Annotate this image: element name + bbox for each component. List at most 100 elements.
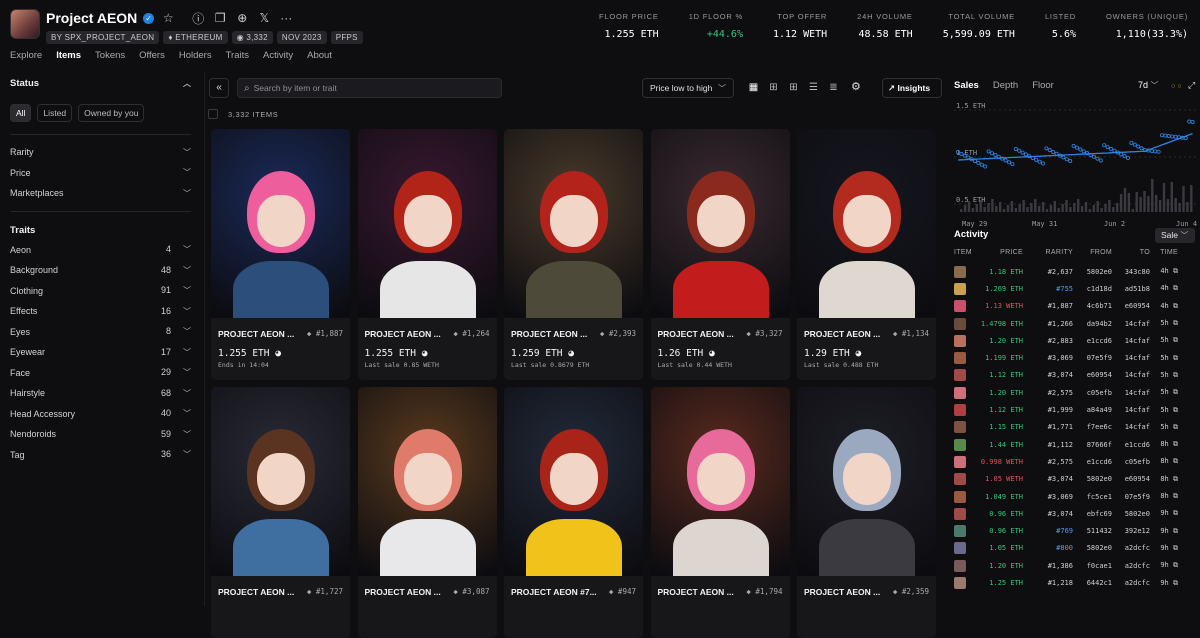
expand-icon[interactable]: ⤢ — [1188, 80, 1195, 90]
insights-button[interactable]: ↗ Insights — [882, 78, 942, 98]
trait-eyes[interactable]: Eyes8﹀ — [10, 322, 191, 343]
activity-to[interactable]: c05efb — [1112, 458, 1150, 466]
activity-row[interactable]: 1.269 ETH#755c1d18dad51b84h ⧉ — [954, 280, 1198, 297]
grid-large-icon[interactable]: ▦ — [747, 81, 760, 94]
activity-row[interactable]: 1.13 WETH#1,8874c6b71e609544h ⧉ — [954, 298, 1198, 315]
trait-eyewear[interactable]: Eyewear17﹀ — [10, 342, 191, 363]
category-chip[interactable]: PFPS — [331, 31, 363, 44]
activity-from[interactable]: f0cae1 — [1073, 562, 1112, 570]
activity-to[interactable]: ad51b8 — [1112, 285, 1150, 293]
activity-row[interactable]: 1.05 WETH#3,0745802e0e609548h ⧉ — [954, 471, 1198, 488]
activity-item-thumb[interactable] — [954, 439, 966, 451]
tab-offers[interactable]: Offers — [139, 50, 165, 61]
activity-from[interactable]: 5802e0 — [1073, 475, 1112, 483]
activity-item-thumb[interactable] — [954, 387, 966, 399]
activity-filter-dropdown[interactable]: Sale ﹀ — [1155, 228, 1195, 243]
activity-to[interactable]: 5802e0 — [1112, 510, 1150, 518]
activity-from[interactable]: 07e5f9 — [1073, 354, 1112, 362]
activity-to[interactable]: 14cfaf — [1112, 320, 1150, 328]
activity-from[interactable]: c05efb — [1073, 389, 1112, 397]
info-icon[interactable]: ⓘ — [190, 10, 206, 27]
filter-rarity[interactable]: Rarity﹀ — [10, 142, 191, 163]
activity-item-thumb[interactable] — [954, 335, 966, 347]
item-image[interactable] — [797, 129, 936, 318]
activity-item-thumb[interactable] — [954, 283, 966, 295]
tab-explore[interactable]: Explore — [10, 50, 42, 61]
legend-dots-icon[interactable]: ○ ○ — [1171, 83, 1181, 90]
star-icon[interactable]: ☆ — [160, 11, 176, 25]
activity-from[interactable]: 511432 — [1073, 527, 1112, 535]
tab-about[interactable]: About — [307, 50, 332, 61]
more-icon[interactable]: ··· — [278, 11, 294, 25]
item-card[interactable]: PROJECT AEON ...◆ #2,359 — [797, 387, 936, 638]
table-view-icon[interactable]: ≣ — [827, 81, 840, 94]
activity-item-thumb[interactable] — [954, 266, 966, 278]
activity-row[interactable]: 1.20 ETH#2,575c05efb14cfaf5h ⧉ — [954, 384, 1198, 401]
item-card[interactable]: PROJECT AEON ...◆ #1,727 — [211, 387, 350, 638]
activity-item-thumb[interactable] — [954, 508, 966, 520]
activity-item-thumb[interactable] — [954, 491, 966, 503]
item-card[interactable]: PROJECT AEON ...◆ #1,794 — [651, 387, 790, 638]
activity-time[interactable]: 9h ⧉ — [1150, 579, 1178, 588]
activity-row[interactable]: 1.4798 ETH#1,266da94b214cfaf5h ⧉ — [954, 315, 1198, 332]
activity-from[interactable]: e1ccd6 — [1073, 337, 1112, 345]
activity-time[interactable]: 5h ⧉ — [1150, 423, 1178, 432]
activity-row[interactable]: 0.998 WETH#2,575e1ccd6c05efb8h ⧉ — [954, 453, 1198, 470]
tab-holders[interactable]: Holders — [179, 50, 212, 61]
activity-time[interactable]: 5h ⧉ — [1150, 406, 1178, 415]
item-card[interactable]: PROJECT AEON ...◆ #1,2641.255 ETH ◕Last … — [358, 129, 497, 380]
trait-effects[interactable]: Effects16﹀ — [10, 301, 191, 322]
chart-tab-floor[interactable]: Floor — [1032, 80, 1054, 91]
grid-medium-icon[interactable]: ⊞ — [767, 81, 780, 94]
activity-row[interactable]: 1.44 ETH#1,11287666fe1ccd68h ⧉ — [954, 436, 1198, 453]
activity-to[interactable]: e60954 — [1112, 475, 1150, 483]
tab-tokens[interactable]: Tokens — [95, 50, 125, 61]
status-listed-button[interactable]: Listed — [37, 104, 72, 122]
item-card[interactable]: PROJECT AEON ...◆ #1,8871.255 ETH ◕Ends … — [211, 129, 350, 380]
activity-time[interactable]: 4h ⧉ — [1150, 302, 1178, 311]
filter-marketplaces[interactable]: Marketplaces﹀ — [10, 183, 191, 204]
trait-face[interactable]: Face29﹀ — [10, 363, 191, 384]
activity-from[interactable]: e1ccd6 — [1073, 458, 1112, 466]
activity-item-thumb[interactable] — [954, 560, 966, 572]
activity-item-thumb[interactable] — [954, 421, 966, 433]
activity-row[interactable]: 1.12 ETH#1,999a84a4914cfaf5h ⧉ — [954, 401, 1198, 418]
activity-item-thumb[interactable] — [954, 352, 966, 364]
search-box[interactable]: ⌕ — [237, 78, 502, 98]
activity-time[interactable]: 9h ⧉ — [1150, 509, 1178, 518]
activity-time[interactable]: 4h ⧉ — [1150, 284, 1178, 293]
activity-row[interactable]: 1.20 ETH#1,386f0cae1a2dcfc9h ⧉ — [954, 557, 1198, 574]
trait-nendoroids[interactable]: Nendoroids59﹀ — [10, 424, 191, 445]
globe-icon[interactable]: ⊕ — [234, 11, 250, 25]
activity-from[interactable]: 4c6b71 — [1073, 302, 1112, 310]
item-image[interactable] — [504, 129, 643, 318]
activity-time[interactable]: 9h ⧉ — [1150, 527, 1178, 536]
activity-time[interactable]: 9h ⧉ — [1150, 544, 1178, 553]
activity-to[interactable]: e60954 — [1112, 302, 1150, 310]
activity-row[interactable]: 1.12 ETH#3,074e6095414cfaf5h ⧉ — [954, 367, 1198, 384]
list-view-icon[interactable]: ☰ — [807, 81, 820, 94]
trait-clothing[interactable]: Clothing91﹀ — [10, 281, 191, 302]
activity-from[interactable]: c1d18d — [1073, 285, 1112, 293]
activity-from[interactable]: 6442c1 — [1073, 579, 1112, 587]
activity-to[interactable]: a2dcfc — [1112, 562, 1150, 570]
activity-row[interactable]: 1.049 ETH#3,069fc5ce107e5f98h ⧉ — [954, 488, 1198, 505]
activity-time[interactable]: 8h ⧉ — [1150, 440, 1178, 449]
tab-activity[interactable]: Activity — [263, 50, 293, 61]
creator-chip[interactable]: BY SPX_PROJECT_AEON — [46, 31, 159, 44]
item-image[interactable] — [358, 387, 497, 576]
activity-item-thumb[interactable] — [954, 542, 966, 554]
item-card[interactable]: PROJECT AEON ...◆ #1,1341.29 ETH ◕Last s… — [797, 129, 936, 380]
activity-to[interactable]: 343c80 — [1112, 268, 1150, 276]
settings-gear-icon[interactable]: ⚙ — [851, 80, 861, 93]
item-image[interactable] — [651, 129, 790, 318]
trait-aeon[interactable]: Aeon4﹀ — [10, 240, 191, 261]
activity-from[interactable]: fc5ce1 — [1073, 493, 1112, 501]
activity-time[interactable]: 5h ⧉ — [1150, 371, 1178, 380]
item-card[interactable]: PROJECT AEON #7...◆ #947 — [504, 387, 643, 638]
chart-tab-depth[interactable]: Depth — [993, 80, 1018, 91]
select-all-checkbox[interactable] — [208, 109, 218, 119]
status-all-button[interactable]: All — [10, 104, 31, 122]
item-image[interactable] — [211, 129, 350, 318]
trait-hairstyle[interactable]: Hairstyle68﹀ — [10, 383, 191, 404]
